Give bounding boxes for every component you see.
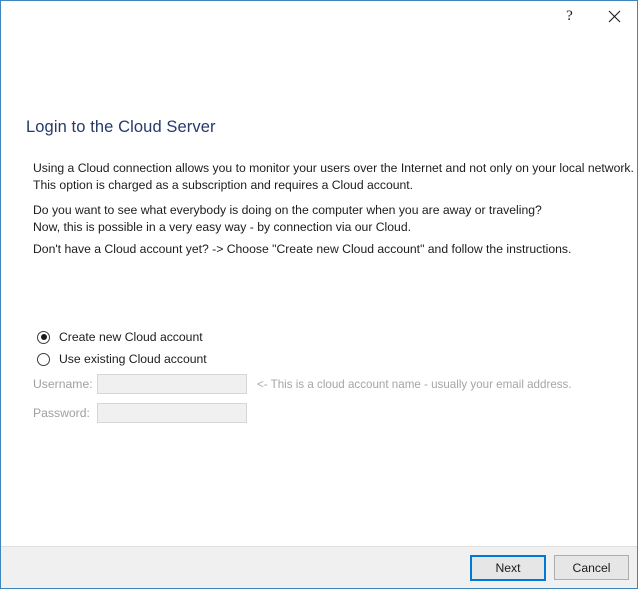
username-hint: <- This is a cloud account name - usuall… <box>257 378 572 391</box>
username-label: Username: <box>33 377 95 391</box>
question-mark-icon: ? <box>566 9 573 24</box>
title-bar: ? <box>1 1 637 32</box>
radio-use-existing-cloud-account[interactable]: Use existing Cloud account <box>37 348 207 370</box>
next-button[interactable]: Next <box>470 555 546 581</box>
username-input[interactable] <box>97 374 247 394</box>
password-input[interactable] <box>97 403 247 423</box>
help-button[interactable]: ? <box>547 1 592 32</box>
cancel-button[interactable]: Cancel <box>554 555 629 580</box>
dialog-footer: Next Cancel <box>1 546 637 588</box>
radio-unselected-icon <box>37 353 50 366</box>
password-row: Password: <box>33 402 572 424</box>
page-title: Login to the Cloud Server <box>26 118 216 137</box>
radio-label-create-new: Create new Cloud account <box>59 330 203 344</box>
intro-paragraph-1: Using a Cloud connection allows you to m… <box>33 160 637 194</box>
intro-paragraph-2: Do you want to see what everybody is doi… <box>33 202 542 236</box>
close-button[interactable] <box>592 1 637 32</box>
cloud-login-dialog: ? Login to the Cloud Server Using a Clou… <box>0 0 638 589</box>
account-option-group: Create new Cloud account Use existing Cl… <box>37 326 207 370</box>
radio-selected-icon <box>37 331 50 344</box>
close-icon <box>608 10 621 23</box>
intro-paragraph-3: Don't have a Cloud account yet? -> Choos… <box>33 241 571 258</box>
title-bar-buttons: ? <box>547 1 637 32</box>
radio-label-use-existing: Use existing Cloud account <box>59 352 207 366</box>
dialog-content: Login to the Cloud Server Using a Cloud … <box>1 32 637 546</box>
username-row: Username: <- This is a cloud account nam… <box>33 373 572 395</box>
credentials-form: Username: <- This is a cloud account nam… <box>33 373 572 431</box>
password-label: Password: <box>33 406 95 420</box>
radio-create-new-cloud-account[interactable]: Create new Cloud account <box>37 326 207 348</box>
